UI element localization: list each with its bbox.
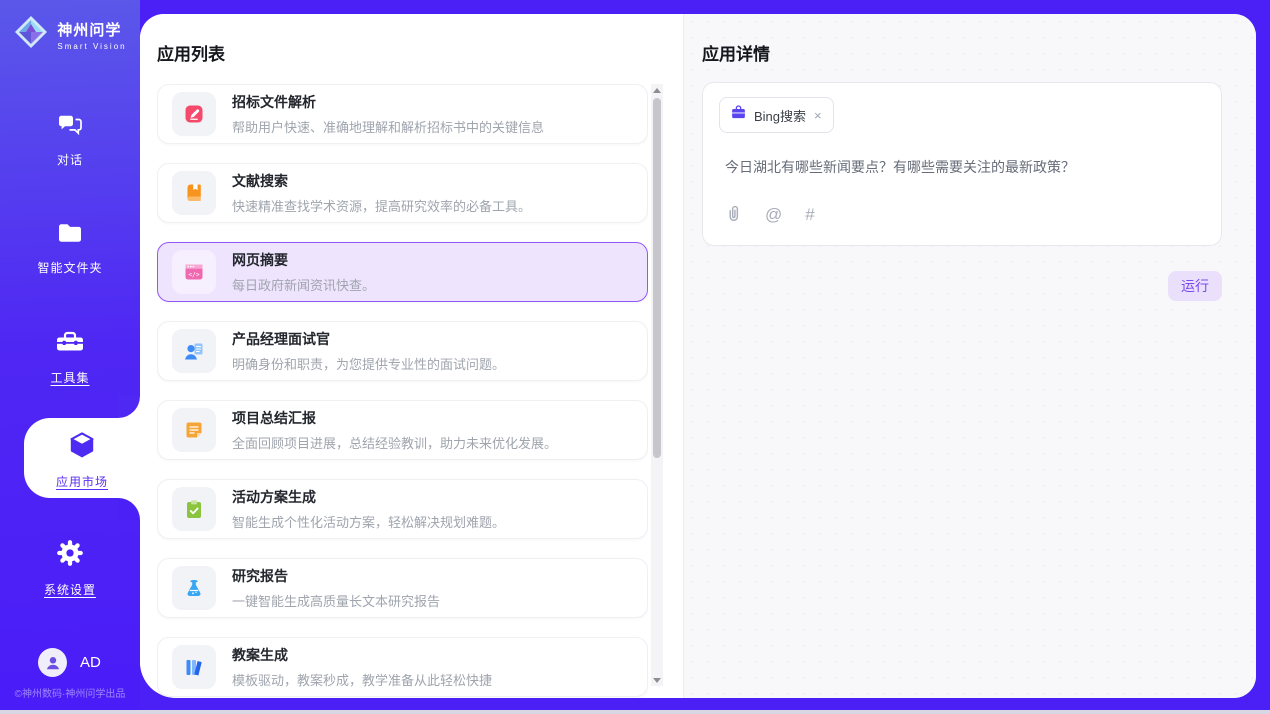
books-icon (172, 645, 216, 689)
toolbox-icon (54, 343, 86, 360)
app-logo: 神州问学 Smart Vision (0, 14, 140, 55)
list-item-title: 产品经理面试官 (232, 329, 505, 349)
mention-icon[interactable]: @ (765, 205, 782, 225)
interviewer-icon (172, 329, 216, 373)
input-toolbar: @ # (719, 203, 1205, 231)
copyright-text: ©神州数码·神州问学出品 (0, 685, 140, 700)
sidebar-item-label: 智能文件夹 (0, 259, 140, 276)
list-item-desc: 智能生成个性化活动方案，轻松解决规划难题。 (232, 512, 505, 531)
folder-icon (55, 233, 85, 250)
list-item-desc: 全面回顾项目进展，总结经验教训，助力未来优化发展。 (232, 433, 557, 452)
list-item-pm-interviewer[interactable]: 产品经理面试官 明确身份和职责，为您提供专业性的面试问题。 (157, 321, 648, 381)
avatar (38, 648, 67, 677)
list-item-event-plan[interactable]: 活动方案生成 智能生成个性化活动方案，轻松解决规划难题。 (157, 479, 648, 539)
main-content: 应用列表 招标文件解析 帮助用户快速、准确地理解和解析招标书中的关键信息 (140, 14, 1256, 698)
sidebar-item-toolset[interactable]: 工具集 (0, 328, 140, 386)
book-icon (172, 171, 216, 215)
cube-icon (66, 449, 98, 466)
sidebar-item-label: 应用市场 (24, 473, 140, 490)
sidebar: 神州问学 Smart Vision 对话 智能文件夹 (0, 0, 140, 714)
list-item-desc: 模板驱动，教案秒成，教学准备从此轻松快捷 (232, 670, 492, 689)
scrollbar-down-arrow-icon[interactable] (651, 674, 663, 686)
list-item-literature-search[interactable]: 文献搜索 快速精准查找学术资源，提高研究效率的必备工具。 (157, 163, 648, 223)
app-list-title: 应用列表 (157, 40, 225, 65)
user-initials: AD (80, 654, 101, 671)
chat-icon (55, 125, 85, 142)
scrollbar-thumb[interactable] (653, 98, 661, 458)
sidebar-item-label: 系统设置 (0, 581, 140, 598)
bubble-connector-bottom (118, 498, 140, 520)
list-item-desc: 明确身份和职责，为您提供专业性的面试问题。 (232, 354, 505, 373)
briefcase-icon (730, 104, 747, 126)
list-item-desc: 一键智能生成高质量长文本研究报告 (232, 591, 440, 610)
svg-text:</>: </> (188, 271, 199, 278)
list-item-title: 研究报告 (232, 566, 440, 586)
note-icon (172, 408, 216, 452)
list-item-bid-analysis[interactable]: 招标文件解析 帮助用户快速、准确地理解和解析招标书中的关键信息 (157, 84, 648, 144)
list-item-title: 项目总结汇报 (232, 408, 557, 428)
list-item-title: 教案生成 (232, 645, 492, 665)
close-icon[interactable]: × (813, 108, 823, 123)
list-item-title: 文献搜索 (232, 171, 531, 191)
scrollbar-up-arrow-icon[interactable] (651, 84, 663, 96)
hash-icon[interactable]: # (805, 205, 814, 225)
sidebar-item-label: 工具集 (0, 369, 140, 386)
clipboard-check-icon (172, 487, 216, 531)
sidebar-item-label: 对话 (0, 151, 140, 168)
doc-edit-icon (172, 92, 216, 136)
app-list: 招标文件解析 帮助用户快速、准确地理解和解析招标书中的关键信息 文献搜索 快速精… (157, 84, 648, 698)
person-icon (44, 654, 62, 672)
list-item-desc: 帮助用户快速、准确地理解和解析招标书中的关键信息 (232, 117, 544, 136)
list-item-webpage-summary[interactable]: </> 网页摘要 每日政府新闻资讯快查。 (157, 242, 648, 302)
prompt-input-card[interactable]: Bing搜索 × 今日湖北有哪些新闻要点？有哪些需要关注的最新政策？ @ # (702, 82, 1222, 246)
list-item-research-report[interactable]: 研究报告 一键智能生成高质量长文本研究报告 (157, 558, 648, 618)
list-item-title: 网页摘要 (232, 250, 375, 270)
webpage-code-icon: </> (172, 250, 216, 294)
app-detail-panel: 应用详情 Bing搜索 × 今日湖北有哪些新闻要点？有哪些需要关注的最新政策？ (684, 14, 1256, 698)
list-item-title: 活动方案生成 (232, 487, 505, 507)
tool-tag-bing-search[interactable]: Bing搜索 × (719, 97, 834, 133)
list-item-title: 招标文件解析 (232, 92, 544, 112)
logo-subtitle: Smart Vision (57, 42, 126, 51)
sidebar-item-chat[interactable]: 对话 (0, 110, 140, 168)
gear-icon (55, 555, 85, 572)
sidebar-item-app-market[interactable]: 应用市场 (24, 418, 140, 498)
tool-tag-label: Bing搜索 (754, 106, 806, 125)
app-detail-title: 应用详情 (702, 40, 770, 65)
diamond-logo-icon (13, 14, 49, 55)
sidebar-item-settings[interactable]: 系统设置 (0, 538, 140, 598)
logo-title: 神州问学 (57, 19, 126, 40)
list-item-desc: 每日政府新闻资讯快查。 (232, 275, 375, 294)
logo-text: 神州问学 Smart Vision (57, 19, 126, 51)
list-item-project-summary[interactable]: 项目总结汇报 全面回顾项目进展，总结经验教训，助力未来优化发展。 (157, 400, 648, 460)
list-item-lesson-plan[interactable]: 教案生成 模板驱动，教案秒成，教学准备从此轻松快捷 (157, 637, 648, 697)
bottom-edge-strip (0, 710, 1270, 714)
query-input[interactable]: 今日湖北有哪些新闻要点？有哪些需要关注的最新政策？ (725, 157, 1205, 203)
sidebar-item-smart-folder[interactable]: 智能文件夹 (0, 220, 140, 276)
bubble-connector-top (118, 396, 140, 418)
paperclip-icon[interactable] (725, 203, 742, 227)
research-flask-icon (172, 566, 216, 610)
app-list-panel: 应用列表 招标文件解析 帮助用户快速、准确地理解和解析招标书中的关键信息 (140, 14, 684, 698)
run-button[interactable]: 运行 (1168, 271, 1222, 301)
run-row: 运行 (702, 271, 1222, 301)
list-item-desc: 快速精准查找学术资源，提高研究效率的必备工具。 (232, 196, 531, 215)
list-scrollbar[interactable] (651, 84, 663, 686)
user-account[interactable]: AD (38, 648, 101, 677)
